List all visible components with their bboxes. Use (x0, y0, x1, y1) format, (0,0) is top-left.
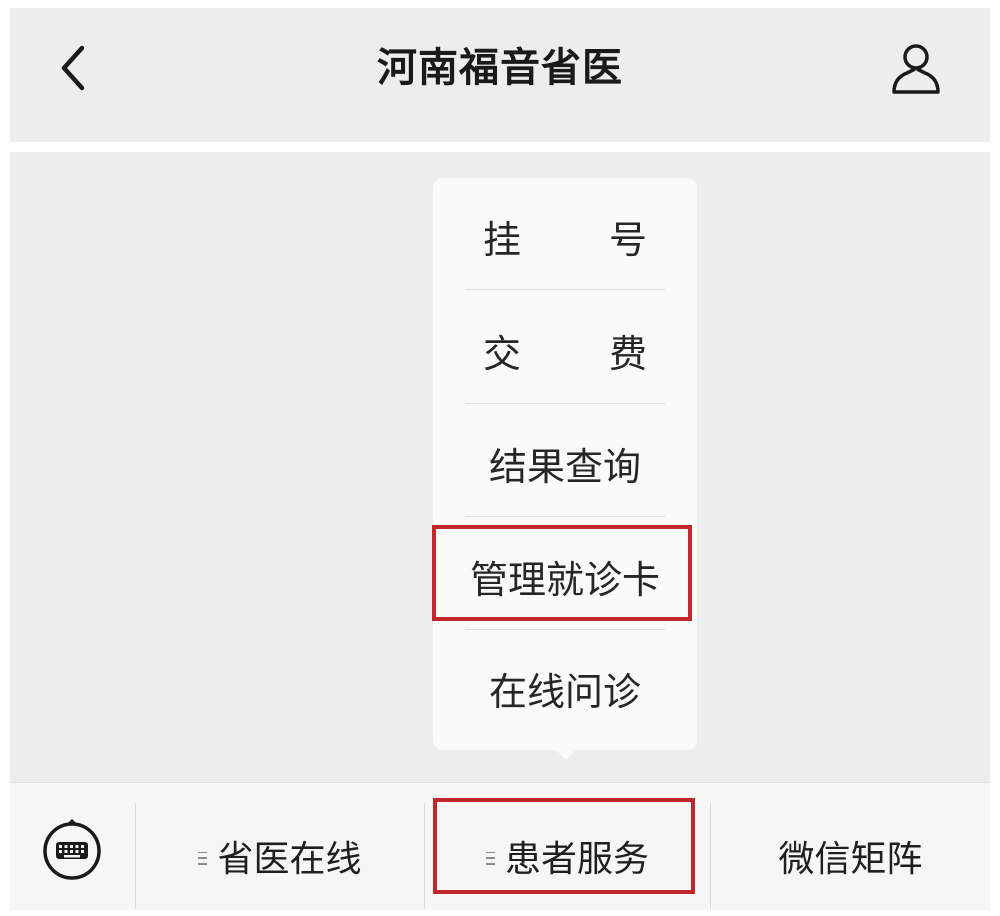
user-icon (892, 44, 940, 94)
menu-item-online-consultation[interactable]: 在线问诊 (433, 648, 697, 728)
tab-wechat-matrix[interactable]: 微信矩阵 (711, 803, 990, 909)
page-title: 河南福音省医 (377, 45, 623, 91)
menu-divider (465, 289, 665, 290)
menu-item-label: 挂 (483, 217, 522, 262)
header-bar: 河南福音省医 (10, 8, 990, 142)
menu-item-label: 交 (483, 331, 522, 376)
highlight-box-patient-service (433, 798, 695, 894)
menu-divider (465, 629, 665, 630)
popup-pointer (554, 748, 578, 760)
keyboard-toggle-button[interactable] (40, 817, 104, 881)
tab-label: 省医在线 (217, 839, 362, 880)
menu-item-payment[interactable]: 交 费 (433, 310, 697, 390)
menu-item-label: 在线问诊 (488, 669, 641, 714)
menu-divider (465, 516, 665, 517)
menu-item-label: 结果查询 (488, 444, 641, 489)
menu-item-registration[interactable]: 挂 号 (433, 196, 697, 276)
tab-provincial-online[interactable]: 省医在线 (136, 803, 424, 909)
menu-item-label: 号 (608, 217, 647, 262)
menu-divider (465, 403, 665, 404)
menu-item-result-query[interactable]: 结果查询 (433, 423, 697, 503)
tab-label: 微信矩阵 (778, 839, 923, 880)
patient-service-popup-menu: 挂 号 交 费 结果查询 管理就诊卡 在线问诊 (433, 178, 697, 750)
profile-button[interactable] (884, 36, 948, 100)
keyboard-icon (43, 819, 101, 880)
submenu-icon (198, 851, 208, 865)
menu-item-label: 费 (608, 331, 647, 376)
highlight-box-manage-card (432, 525, 692, 621)
